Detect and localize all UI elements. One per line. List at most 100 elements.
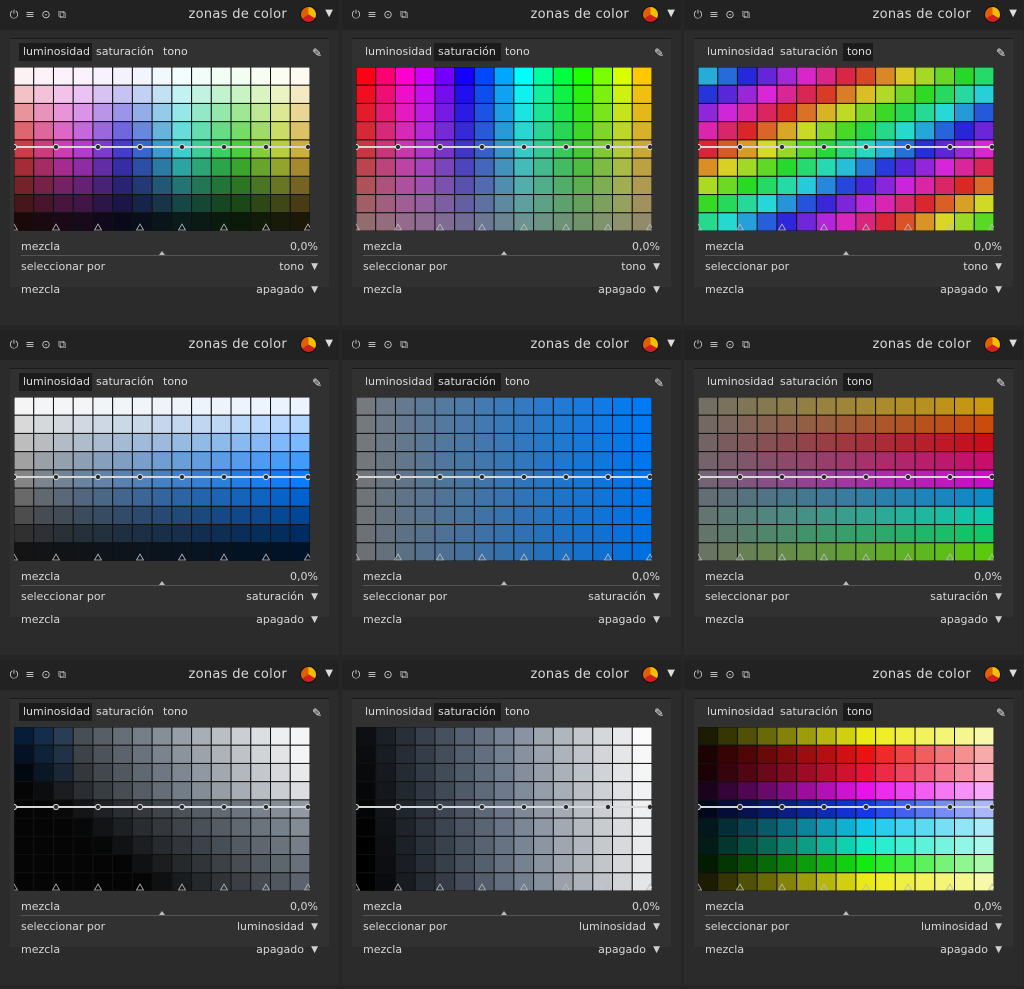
copy-icon[interactable]: ⧉ [56,668,68,682]
color-wheel-icon[interactable] [642,6,659,23]
blend-slider-handle[interactable] [843,251,849,255]
blend-slider[interactable] [705,585,1002,586]
tab-hue[interactable]: tono [843,43,873,61]
color-zones-curve[interactable] [14,397,310,561]
color-picker-icon[interactable]: ✎ [993,45,1009,61]
tab-luminosity[interactable]: luminosidad [361,703,434,721]
chevron-down-icon[interactable]: ▼ [653,615,660,625]
tab-hue[interactable]: tono [159,43,189,61]
color-wheel-icon[interactable] [300,666,317,683]
presets-icon[interactable]: ≡ [24,8,36,22]
select-by-dropdown[interactable]: luminosidad [921,920,988,933]
tab-saturation[interactable]: saturación [434,43,501,61]
module-menu-icon[interactable]: ▼ [325,668,333,679]
blend-slider[interactable] [705,255,1002,256]
color-swatch-grid[interactable] [698,67,994,231]
select-by-dropdown[interactable]: tono [963,260,988,273]
tab-luminosity[interactable]: luminosidad [361,43,434,61]
mix-mode-dropdown[interactable]: apagado [256,943,304,956]
copy-icon[interactable]: ⧉ [740,338,752,352]
tab-saturation[interactable]: saturación [92,373,159,391]
reset-icon[interactable]: ⊙ [724,338,736,352]
module-menu-icon[interactable]: ▼ [325,338,333,349]
blend-slider[interactable] [21,255,318,256]
select-by-dropdown[interactable]: saturación [246,590,304,603]
mix-mode-dropdown[interactable]: apagado [940,283,988,296]
blend-slider[interactable] [363,915,660,916]
color-picker-icon[interactable]: ✎ [993,705,1009,721]
blend-slider-handle[interactable] [501,581,507,585]
color-swatch-grid[interactable] [356,397,652,561]
color-picker-icon[interactable]: ✎ [993,375,1009,391]
tab-saturation[interactable]: saturación [776,373,843,391]
color-zones-curve[interactable] [14,727,310,891]
module-menu-icon[interactable]: ▼ [667,668,675,679]
blend-slider-handle[interactable] [501,911,507,915]
power-icon[interactable]: ⏻ [692,8,704,22]
tab-saturation[interactable]: saturación [434,703,501,721]
color-picker-icon[interactable]: ✎ [651,45,667,61]
color-zones-curve[interactable] [14,67,310,231]
select-by-dropdown[interactable]: tono [279,260,304,273]
blend-slider-handle[interactable] [159,581,165,585]
color-swatch-grid[interactable] [356,67,652,231]
color-swatch-grid[interactable] [356,727,652,891]
reset-icon[interactable]: ⊙ [724,668,736,682]
module-header[interactable]: ⏻ ≡ ⊙ ⧉ zonas de color ▼ [342,0,681,30]
chevron-down-icon[interactable]: ▼ [311,945,318,955]
color-picker-icon[interactable]: ✎ [309,705,325,721]
color-wheel-icon[interactable] [984,6,1001,23]
copy-icon[interactable]: ⧉ [56,338,68,352]
tab-saturation[interactable]: saturación [776,43,843,61]
color-wheel-icon[interactable] [984,666,1001,683]
reset-icon[interactable]: ⊙ [40,338,52,352]
tab-hue[interactable]: tono [501,43,531,61]
color-wheel-icon[interactable] [300,6,317,23]
tab-hue[interactable]: tono [843,373,873,391]
module-header[interactable]: ⏻ ≡ ⊙ ⧉ zonas de color ▼ [342,330,681,360]
mix-mode-dropdown[interactable]: apagado [940,943,988,956]
tab-luminosity[interactable]: luminosidad [19,43,92,61]
module-menu-icon[interactable]: ▼ [667,8,675,19]
tab-saturation[interactable]: saturación [92,703,159,721]
module-header[interactable]: ⏻ ≡ ⊙ ⧉ zonas de color ▼ [0,660,339,690]
tab-luminosity[interactable]: luminosidad [19,373,92,391]
chevron-down-icon[interactable]: ▼ [311,285,318,295]
chevron-down-icon[interactable]: ▼ [995,615,1002,625]
color-zones-curve[interactable] [698,67,994,231]
power-icon[interactable]: ⏻ [350,338,362,352]
copy-icon[interactable]: ⧉ [740,668,752,682]
presets-icon[interactable]: ≡ [24,668,36,682]
tab-hue[interactable]: tono [159,373,189,391]
module-header[interactable]: ⏻ ≡ ⊙ ⧉ zonas de color ▼ [684,330,1023,360]
blend-slider-handle[interactable] [843,911,849,915]
blend-slider-handle[interactable] [159,911,165,915]
power-icon[interactable]: ⏻ [8,668,20,682]
chevron-down-icon[interactable]: ▼ [995,945,1002,955]
presets-icon[interactable]: ≡ [366,668,378,682]
color-picker-icon[interactable]: ✎ [651,375,667,391]
copy-icon[interactable]: ⧉ [398,8,410,22]
presets-icon[interactable]: ≡ [24,338,36,352]
chevron-down-icon[interactable]: ▼ [311,262,318,272]
chevron-down-icon[interactable]: ▼ [311,592,318,602]
color-swatch-grid[interactable] [14,67,310,231]
mix-mode-dropdown[interactable]: apagado [256,613,304,626]
chevron-down-icon[interactable]: ▼ [653,922,660,932]
reset-icon[interactable]: ⊙ [40,668,52,682]
color-wheel-icon[interactable] [984,336,1001,353]
color-zones-curve[interactable] [356,67,652,231]
module-header[interactable]: ⏻ ≡ ⊙ ⧉ zonas de color ▼ [0,330,339,360]
copy-icon[interactable]: ⧉ [398,668,410,682]
tab-hue[interactable]: tono [843,703,873,721]
mix-mode-dropdown[interactable]: apagado [256,283,304,296]
blend-slider[interactable] [363,585,660,586]
copy-icon[interactable]: ⧉ [740,8,752,22]
presets-icon[interactable]: ≡ [708,338,720,352]
reset-icon[interactable]: ⊙ [382,8,394,22]
mix-mode-dropdown[interactable]: apagado [940,613,988,626]
presets-icon[interactable]: ≡ [366,338,378,352]
power-icon[interactable]: ⏻ [350,668,362,682]
reset-icon[interactable]: ⊙ [382,668,394,682]
reset-icon[interactable]: ⊙ [40,8,52,22]
